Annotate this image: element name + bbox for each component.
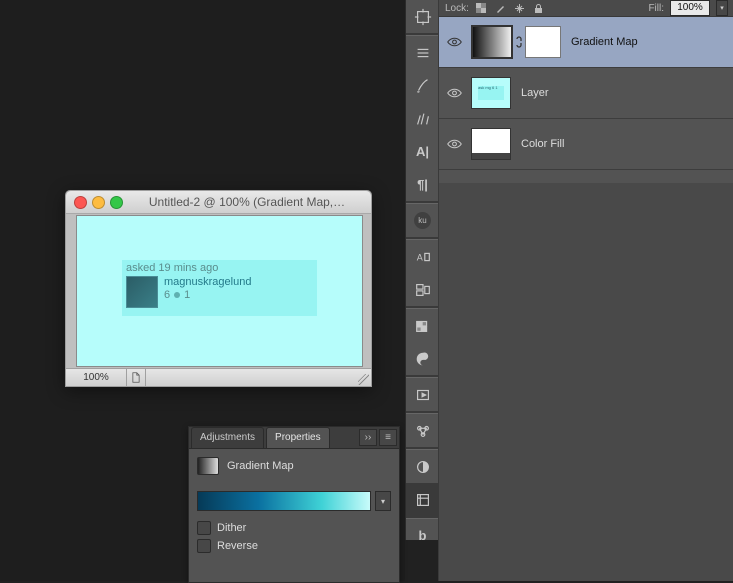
color-icon[interactable] — [406, 342, 439, 375]
tab-adjustments[interactable]: Adjustments — [191, 427, 264, 448]
artboard-tool-icon[interactable] — [406, 0, 439, 33]
dither-checkbox[interactable] — [197, 521, 211, 535]
asked-time: asked 19 mins ago — [126, 262, 313, 274]
layer-thumb-icon[interactable]: ask mg 6 1 — [471, 77, 511, 109]
layer-thumb-icon[interactable] — [471, 25, 513, 59]
document-window: Untitled-2 @ 100% (Gradient Map,… asked … — [65, 190, 372, 387]
user-card: asked 19 mins ago magnuskragelund 6 1 — [122, 260, 317, 316]
tab-properties[interactable]: Properties — [266, 427, 330, 448]
badge-dot-icon — [174, 292, 180, 298]
paragraph-panel-icon[interactable]: ¶| — [406, 168, 439, 201]
adjustments-icon[interactable] — [406, 450, 439, 483]
actions-icon[interactable] — [406, 378, 439, 411]
menu-icon[interactable] — [406, 36, 439, 69]
layer-row[interactable]: Gradient Map — [439, 17, 733, 68]
character-panel-icon[interactable]: A| — [406, 135, 439, 168]
behance-icon[interactable]: b — [406, 519, 439, 552]
reputation: 6 — [164, 289, 170, 301]
brushes-panel-icon[interactable] — [406, 102, 439, 135]
gradient-map-thumb-icon — [197, 457, 219, 475]
char-styles-icon[interactable]: A — [406, 240, 439, 273]
gradient-dropdown[interactable]: ▾ — [375, 491, 391, 511]
layer-name[interactable]: Layer — [521, 87, 549, 99]
properties-panel: Adjustments Properties ›› ≡ Gradient Map… — [188, 426, 400, 583]
collapse-icon[interactable]: ›› — [359, 429, 377, 446]
zoom-level[interactable]: 100% — [66, 369, 127, 386]
layers-empty-area[interactable] — [439, 183, 733, 581]
zoom-icon[interactable] — [110, 196, 123, 209]
fill-label: Fill: — [648, 3, 664, 14]
lock-all-icon[interactable] — [532, 2, 545, 15]
layer-thumb-icon[interactable] — [471, 128, 511, 160]
layer-name[interactable]: Gradient Map — [571, 36, 638, 48]
properties-icon[interactable] — [406, 483, 439, 516]
tool-strip: A| ¶| ku A b — [405, 0, 440, 540]
layers-comps-icon[interactable] — [406, 414, 439, 447]
username: magnuskragelund — [164, 276, 251, 288]
resize-grip-icon[interactable] — [358, 374, 369, 385]
lock-pixels-icon[interactable] — [494, 2, 507, 15]
status-bar: 100% — [66, 368, 371, 386]
close-icon[interactable] — [74, 196, 87, 209]
fill-dropdown[interactable]: ▾ — [716, 0, 728, 16]
swatches-icon[interactable] — [406, 309, 439, 342]
link-icon[interactable] — [515, 36, 523, 48]
window-title: Untitled-2 @ 100% (Gradient Map,… — [123, 195, 371, 209]
layers-panel: Lock: Fill: 100% ▾ Gradient Map ask mg 6… — [438, 0, 733, 581]
visibility-toggle[interactable] — [439, 138, 469, 150]
minimize-icon[interactable] — [92, 196, 105, 209]
document-info-icon[interactable] — [127, 369, 146, 386]
layer-row[interactable]: Color Fill — [439, 119, 733, 170]
lock-position-icon[interactable] — [513, 2, 526, 15]
fill-input[interactable]: 100% — [670, 0, 710, 16]
visibility-toggle[interactable] — [439, 36, 469, 48]
reverse-checkbox[interactable] — [197, 539, 211, 553]
dither-label: Dither — [217, 522, 246, 534]
lock-transparency-icon[interactable] — [475, 2, 488, 15]
layer-mask-icon[interactable] — [525, 26, 561, 58]
layer-name[interactable]: Color Fill — [521, 138, 564, 150]
panel-menu-icon[interactable]: ≡ — [379, 429, 397, 446]
gradient-preview[interactable] — [197, 491, 371, 511]
kuler-icon[interactable]: ku — [406, 204, 439, 237]
window-titlebar[interactable]: Untitled-2 @ 100% (Gradient Map,… — [66, 191, 371, 214]
badge-count: 1 — [184, 289, 190, 301]
properties-title: Gradient Map — [227, 460, 294, 472]
layer-row[interactable]: ask mg 6 1 Layer — [439, 68, 733, 119]
svg-text:A: A — [416, 252, 422, 262]
canvas[interactable]: asked 19 mins ago magnuskragelund 6 1 — [76, 215, 363, 367]
visibility-toggle[interactable] — [439, 87, 469, 99]
para-styles-icon[interactable] — [406, 273, 439, 306]
avatar — [126, 276, 158, 308]
brush-tool-icon[interactable] — [406, 69, 439, 102]
reverse-label: Reverse — [217, 540, 258, 552]
lock-bar: Lock: Fill: 100% ▾ — [439, 0, 733, 17]
lock-label: Lock: — [445, 3, 469, 14]
